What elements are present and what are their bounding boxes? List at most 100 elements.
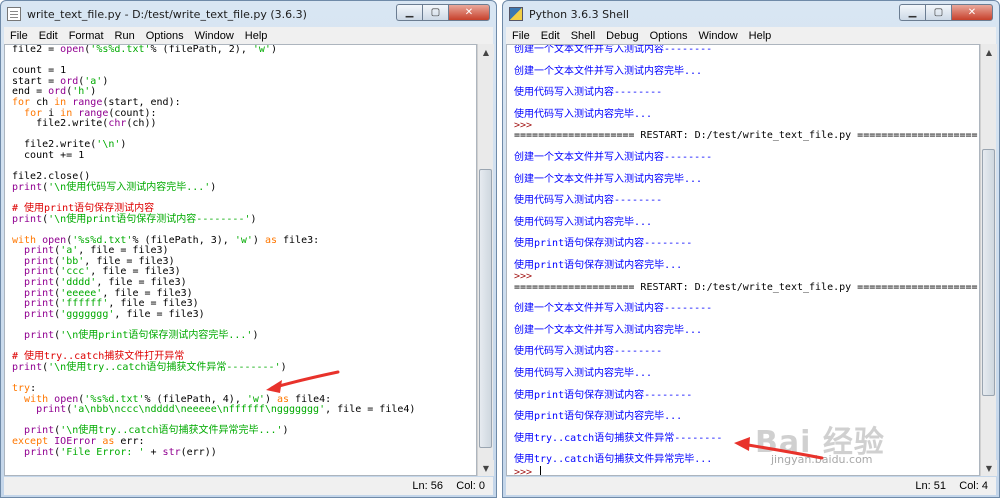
code-token: except [12,435,49,447]
code-token: , file = file3) [102,287,193,299]
code-token: , file = file3) [84,255,175,267]
shell-line: 创建一个文本文件并写入测试内容完毕... [514,325,979,337]
scrollbar-thumb[interactable] [982,149,995,396]
code-token: print [24,245,55,257]
watermark-url: jingyan.baidu.com [771,453,873,466]
code-line[interactable]: count += 1 [12,150,476,162]
code-token: 'dddd' [60,277,97,289]
code-token: print [24,425,55,437]
shell-line: 创建一个文本文件并写入测试内容-------- [514,152,979,164]
menu-edit[interactable]: Edit [39,30,58,42]
code-line[interactable]: file2.write(chr(ch)) [12,118,476,130]
menu-debug[interactable]: Debug [606,30,638,42]
menu-edit[interactable]: Edit [541,30,560,42]
code-token: file2.close() [12,171,91,183]
code-token: print [12,213,43,225]
menu-file[interactable]: File [10,30,28,42]
shell-menubar: File Edit Shell Debug Options Window Hel… [506,27,996,44]
scroll-down-icon[interactable]: ▼ [478,460,494,476]
maximize-button[interactable]: ▢ [422,4,448,21]
code-token: (ch)) [126,118,157,130]
shell-line: 使用print语句保存测试内容完毕... [514,259,979,272]
code-token: 'w' [246,393,265,405]
shell-text[interactable]: 创建一个文本文件并写入测试内容-------- 创建一个文本文件并写入测试内容完毕… [507,45,979,476]
code-token: in [60,107,73,119]
menu-help[interactable]: Help [245,30,268,42]
code-token: , file = file3) [90,266,181,278]
menu-window[interactable]: Window [699,30,738,42]
code-line[interactable]: print('\n使用print语句保存测试内容--------') [12,213,476,226]
code-line[interactable]: print('File Error: ' + str(err)) [12,446,476,459]
code-line[interactable]: file2 = open('%s%d.txt'% (filePath, 2), … [12,45,476,56]
menu-options[interactable]: Options [146,30,184,42]
code-token: (err)) [180,446,217,458]
scroll-up-icon[interactable]: ▲ [478,44,494,60]
shell-output-line: 创建一个文本文件并写入测试内容完毕... [514,173,703,185]
menu-format[interactable]: Format [69,30,104,42]
menu-run[interactable]: Run [115,30,135,42]
code-token: 'w' [234,234,253,246]
shell-output[interactable]: 创建一个文本文件并写入测试内容-------- 创建一个文本文件并写入测试内容完毕… [506,44,980,476]
editor-scrollbar[interactable]: ▲ ▼ [477,44,494,476]
shell-output-line: 使用print语句保存测试内容-------- [514,238,693,250]
code-text[interactable]: file2 = open('%s%d.txt'% (filePath, 2), … [5,45,476,458]
code-token: for [12,96,31,108]
menu-options[interactable]: Options [650,30,688,42]
code-token: '\n使用print语句保存测试内容完毕...' [60,330,253,342]
code-line[interactable]: print('\n使用print语句保存测试内容完毕...') [12,330,476,342]
code-line[interactable] [12,56,476,67]
code-token: ord [60,75,79,87]
close-button[interactable]: ✕ [951,4,993,21]
code-line[interactable]: print('\n使用try..catch语句捕获文件异常--------') [12,362,476,374]
code-token: ) [250,213,257,225]
code-token: print [24,446,55,458]
code-line[interactable]: print('ggggggg', file = file3) [12,308,476,321]
code-token: # 使用try..catch捕获文件打开异常 [12,351,185,363]
shell-prompt: >>> [514,467,539,476]
shell-output-line: 使用print语句保存测试内容-------- [514,389,693,401]
shell-output-line: ==================== RESTART: D:/test/wr… [514,281,978,293]
menu-shell[interactable]: Shell [571,30,595,42]
code-editor[interactable]: file2 = open('%s%d.txt'% (filePath, 2), … [4,44,477,476]
code-token: ) [264,393,277,405]
shell-output-line: 使用代码写入测试内容完毕... [514,216,653,228]
code-line[interactable]: print('\n使用代码写入测试内容完毕...') [12,182,476,194]
close-button[interactable]: ✕ [448,4,490,21]
code-token: print [24,298,55,310]
editor-window-title: write_text_file.py - D:/test/write_text_… [27,7,307,21]
shell-output-line: 创建一个文本文件并写入测试内容-------- [514,44,713,55]
shell-titlebar[interactable]: Python 3.6.3 Shell ▁ ▢ ✕ [503,1,999,27]
menu-help[interactable]: Help [749,30,772,42]
code-token: ) [102,75,109,87]
code-token: 'bb' [60,255,85,267]
code-token: ord [48,86,67,98]
scroll-down-icon[interactable]: ▼ [981,460,997,476]
code-token: 'ggggggg' [60,308,115,320]
code-token: , file = file3) [108,298,199,310]
shell-line: 使用代码写入测试内容完毕... [514,216,979,229]
menu-file[interactable]: File [512,30,530,42]
scrollbar-thumb[interactable] [479,169,492,448]
menu-window[interactable]: Window [195,30,234,42]
shell-scrollbar[interactable]: ▲ ▼ [980,44,997,476]
file-icon [7,7,21,21]
shell-output-line: 使用print语句保存测试内容完毕... [514,259,683,271]
shell-line: 使用代码写入测试内容完毕... [514,109,979,121]
shell-output-line: 创建一个文本文件并写入测试内容完毕... [514,65,703,77]
code-line[interactable] [12,373,476,384]
editor-titlebar[interactable]: write_text_file.py - D:/test/write_text_… [1,1,496,27]
shell-output-line: 使用try..catch语句捕获文件异常完毕... [514,454,713,466]
code-token: try [12,383,31,394]
code-line[interactable]: print('a\nbb\nccc\ndddd\neeeee\nffffff\n… [12,404,476,416]
text-cursor [540,466,542,475]
minimize-button[interactable]: ▁ [396,4,422,21]
shell-window: Python 3.6.3 Shell ▁ ▢ ✕ File Edit Shell… [502,0,1000,498]
minimize-button[interactable]: ▁ [899,4,925,21]
scroll-up-icon[interactable]: ▲ [981,44,997,60]
shell-line: 创建一个文本文件并写入测试内容-------- [514,45,979,56]
maximize-button[interactable]: ▢ [925,4,951,21]
code-token: IOError [54,435,97,447]
code-token: '\n使用print语句保存测试内容--------' [48,213,251,225]
